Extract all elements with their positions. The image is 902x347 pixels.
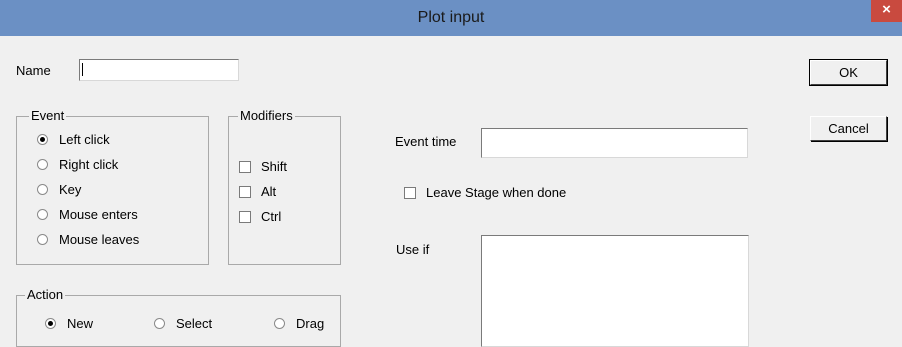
event-option-mouse-leaves[interactable]: Mouse leaves xyxy=(59,232,139,247)
name-label: Name xyxy=(16,63,51,78)
event-option-right-click[interactable]: Right click xyxy=(59,157,118,172)
ctrl-label[interactable]: Ctrl xyxy=(261,209,281,224)
name-input[interactable] xyxy=(79,59,239,81)
dialog-body: Name Event Left click Right click Key Mo… xyxy=(10,36,902,347)
action-option-new[interactable]: New xyxy=(67,316,93,331)
radio-dot xyxy=(48,321,53,326)
action-radio-drag[interactable] xyxy=(274,318,285,329)
ok-button[interactable]: OK xyxy=(809,59,888,86)
alt-label[interactable]: Alt xyxy=(261,184,276,199)
event-radio-mouse-enters[interactable] xyxy=(37,209,48,220)
alt-checkbox[interactable] xyxy=(239,186,251,198)
close-icon: × xyxy=(882,1,891,18)
action-group-title: Action xyxy=(25,287,66,302)
action-radio-new[interactable] xyxy=(45,318,56,329)
leave-stage-label[interactable]: Leave Stage when done xyxy=(426,185,566,200)
event-option-key[interactable]: Key xyxy=(59,182,81,197)
cancel-button[interactable]: Cancel xyxy=(810,116,887,141)
event-group: Event Left click Right click Key Mouse e… xyxy=(16,108,209,265)
window-title: Plot input xyxy=(417,9,485,26)
event-time-input[interactable] xyxy=(481,128,748,158)
event-radio-left-click[interactable] xyxy=(37,134,48,145)
event-radio-right-click[interactable] xyxy=(37,159,48,170)
action-radio-select[interactable] xyxy=(154,318,165,329)
event-radio-mouse-leaves[interactable] xyxy=(37,234,48,245)
shift-label[interactable]: Shift xyxy=(261,159,287,174)
action-option-drag[interactable]: Drag xyxy=(296,316,324,331)
use-if-label: Use if xyxy=(396,242,430,257)
action-group: Action New Select Drag xyxy=(16,287,341,347)
action-option-select[interactable]: Select xyxy=(176,316,212,331)
event-group-title: Event xyxy=(29,108,67,123)
title-bar: Plot input × xyxy=(0,0,902,36)
ctrl-checkbox[interactable] xyxy=(239,211,251,223)
radio-dot xyxy=(40,137,45,142)
modifiers-group: Modifiers Shift Alt Ctrl xyxy=(228,108,341,265)
leave-stage-checkbox[interactable] xyxy=(404,187,416,199)
event-option-mouse-enters[interactable]: Mouse enters xyxy=(59,207,138,222)
use-if-textarea[interactable] xyxy=(481,235,749,347)
close-button[interactable]: × xyxy=(871,0,902,22)
event-time-label: Event time xyxy=(395,134,457,149)
text-caret xyxy=(82,63,83,76)
shift-checkbox[interactable] xyxy=(239,161,251,173)
modifiers-group-title: Modifiers xyxy=(238,108,295,123)
event-option-left-click[interactable]: Left click xyxy=(59,132,110,147)
event-radio-key[interactable] xyxy=(37,184,48,195)
